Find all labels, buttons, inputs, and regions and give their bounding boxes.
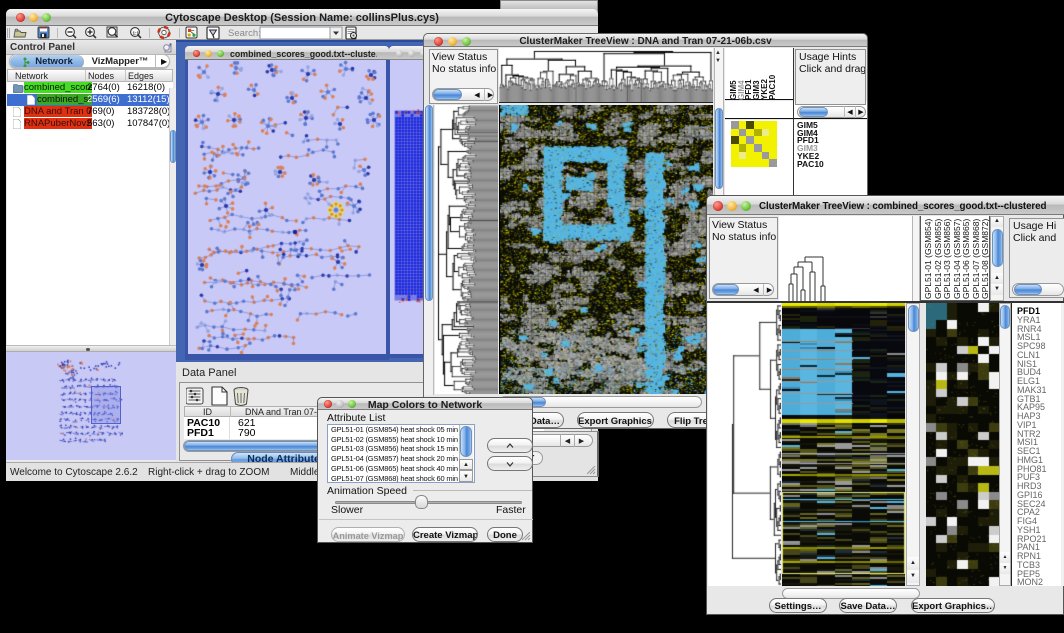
svg-text:Search:: Search: xyxy=(228,28,261,39)
svg-text:1:1: 1:1 xyxy=(133,31,140,36)
